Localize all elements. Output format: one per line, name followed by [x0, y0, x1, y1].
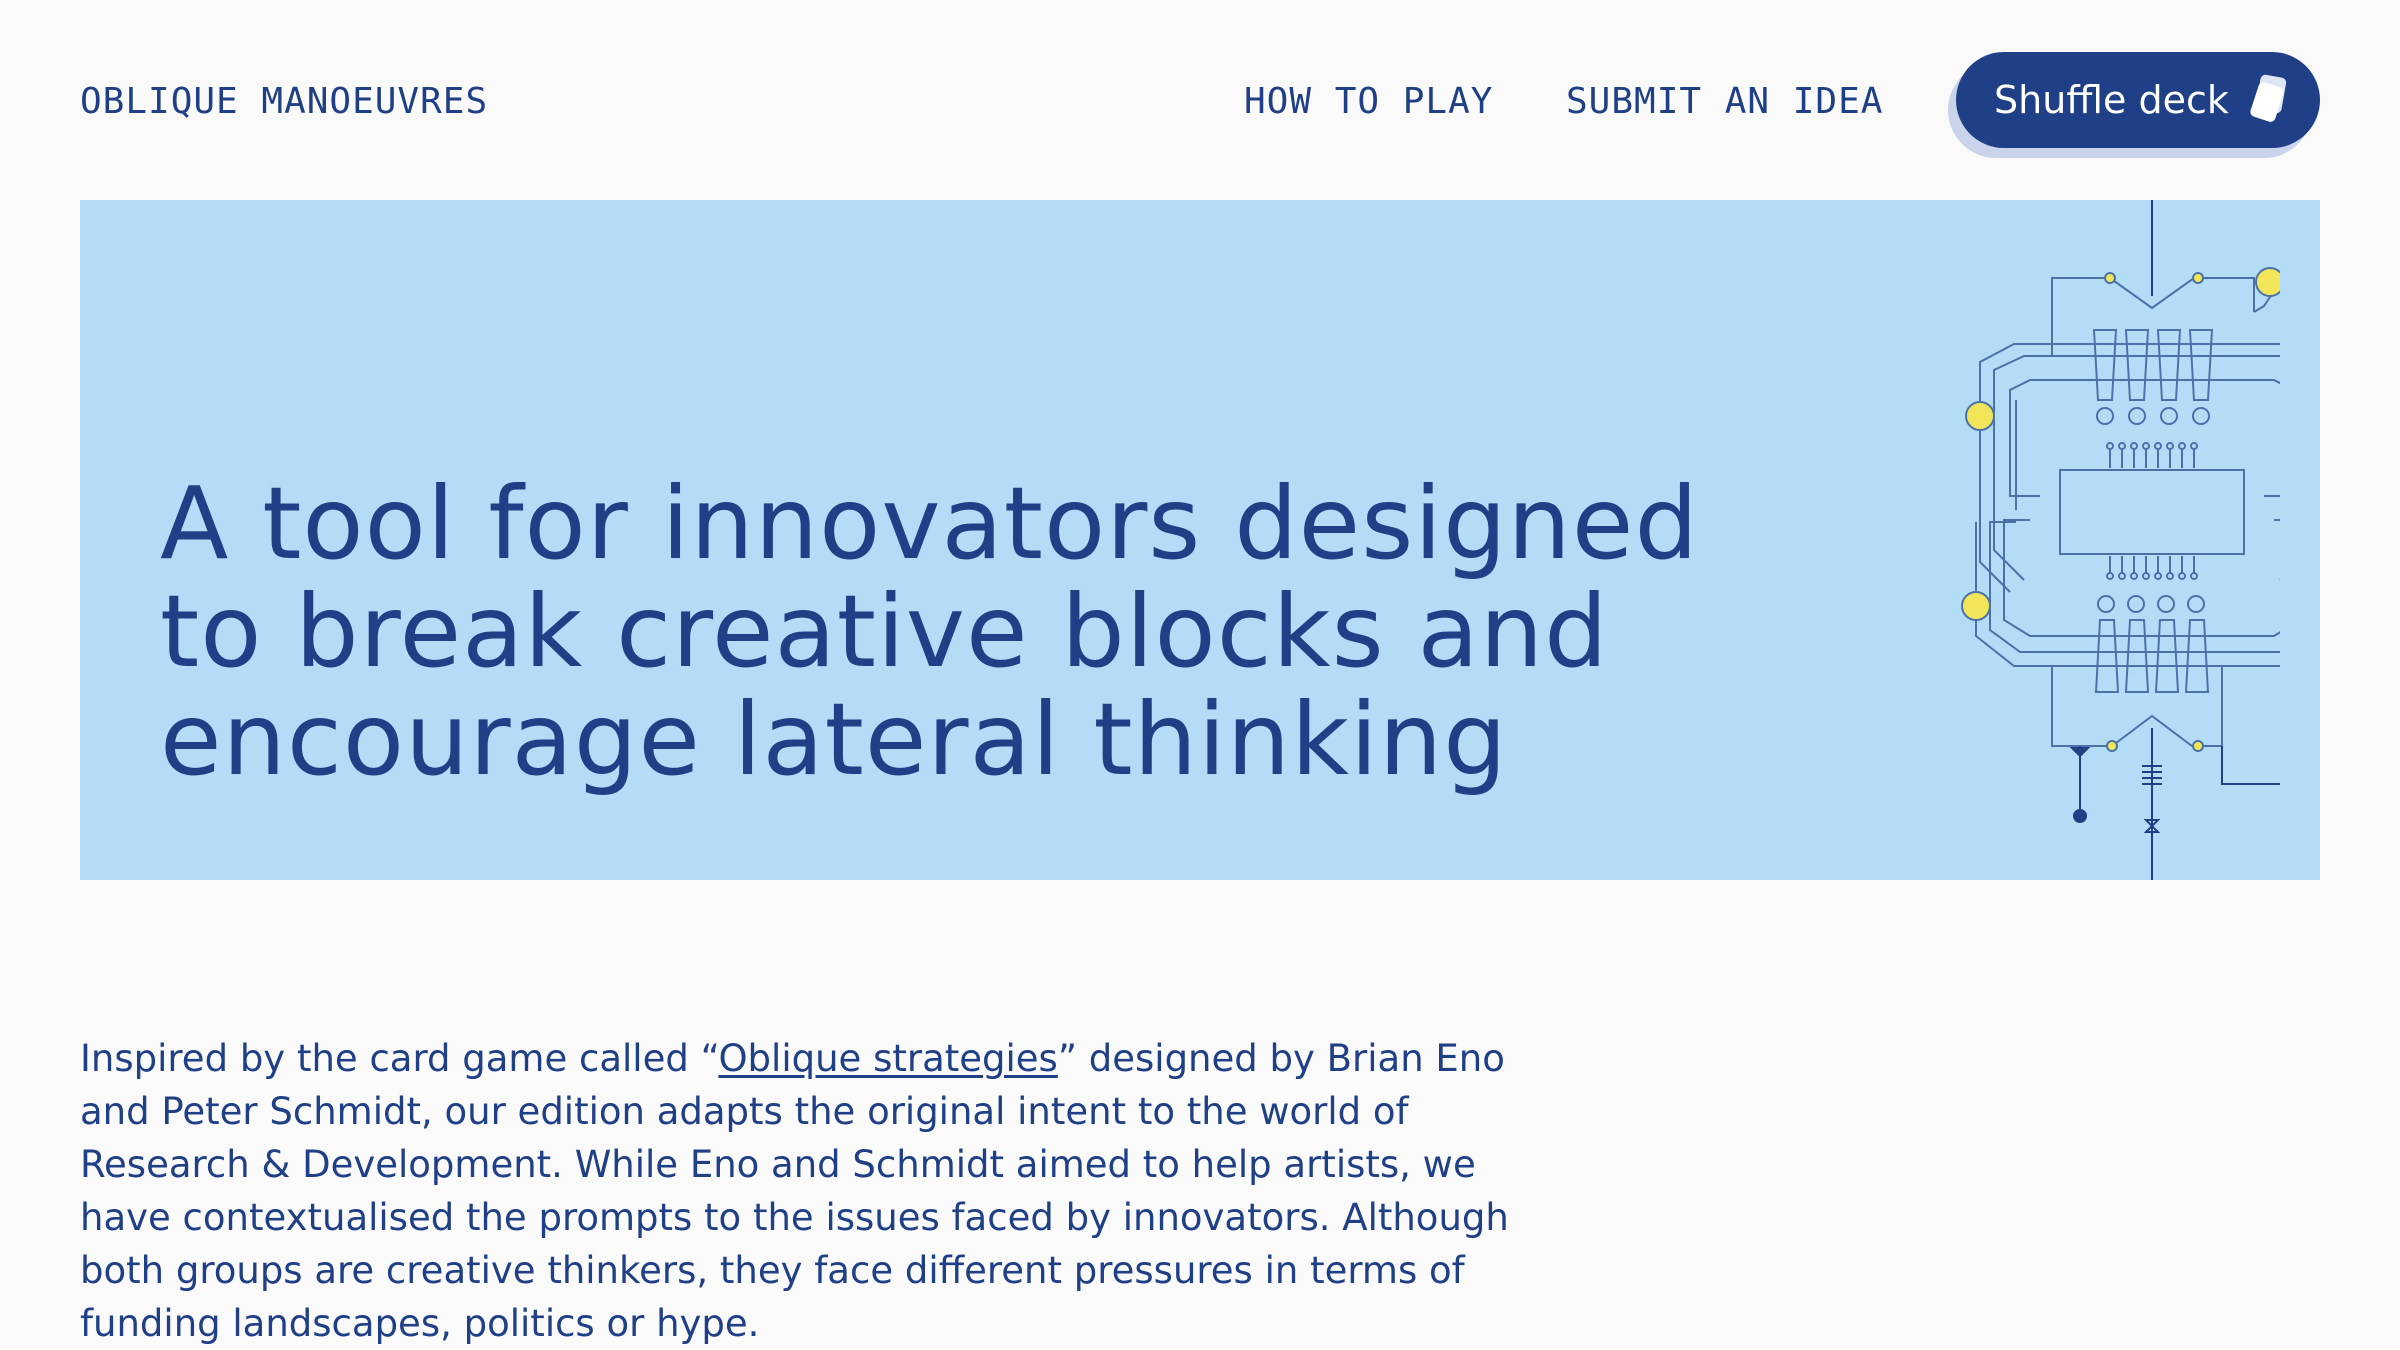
oblique-strategies-link[interactable]: Oblique strategies [718, 1037, 1057, 1080]
shuffle-deck-label: Shuffle deck [1994, 78, 2229, 122]
nav-how-to-play[interactable]: HOW TO PLAY [1244, 78, 1493, 126]
nav-submit-an-idea[interactable]: SUBMIT AN IDEA [1566, 78, 1883, 126]
shuffle-deck-button[interactable]: Shuffle deck [1956, 52, 2320, 148]
intro-text-before-link: Inspired by the card game called “ [80, 1037, 719, 1080]
shuffle-deck-container: Shuffle deck [1948, 52, 2320, 158]
hero-title-line-1: A tool for innovators designed [160, 465, 1699, 582]
hero-banner: A tool for innovators designed to break … [80, 200, 2320, 880]
circuit-board-illustration [1961, 200, 2280, 880]
intro-text-after-link: ” designed by Brian Eno and Peter Schmid… [80, 1037, 1509, 1345]
cards-icon [2250, 74, 2287, 122]
hero-title-line-3: encourage lateral thinking [160, 681, 1508, 798]
brand-logo-link[interactable]: OBLIQUE MANOEUVRES [80, 78, 488, 126]
site-header: OBLIQUE MANOEUVRES HOW TO PLAY SUBMIT AN… [0, 0, 2400, 200]
hero-title-line-2: to break creative blocks and [160, 573, 1609, 690]
intro-paragraph: Inspired by the card game called “Obliqu… [80, 1032, 1560, 1350]
hero-title: A tool for innovators designed to break … [160, 470, 1880, 794]
